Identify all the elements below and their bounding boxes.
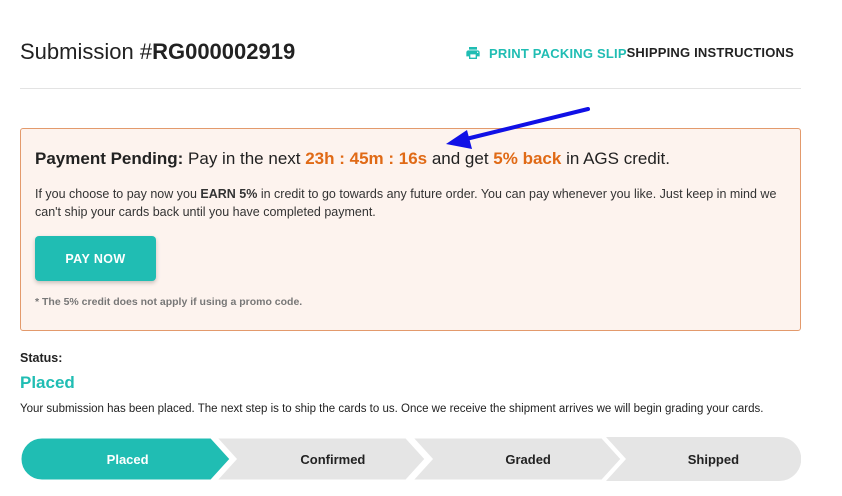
progress-steps: Placed Confirmed Graded Shipped (20, 437, 801, 481)
progress-step-label: Shipped (687, 451, 740, 467)
progress-step-placed: Placed (20, 437, 235, 481)
progress-step-label: Graded (505, 451, 551, 467)
status-description: Your submission has been placed. The nex… (20, 403, 764, 415)
progress-step-graded: Graded (410, 437, 626, 481)
progress-step-label: Placed (106, 451, 149, 467)
annotation-arrow (446, 107, 590, 149)
progress-step-shipped: Shipped (605, 437, 801, 481)
status-value: Placed (20, 373, 75, 392)
status-label: Status: (20, 351, 63, 365)
progress-step-label: Confirmed (300, 451, 366, 467)
progress-step-confirmed: Confirmed (215, 437, 430, 481)
